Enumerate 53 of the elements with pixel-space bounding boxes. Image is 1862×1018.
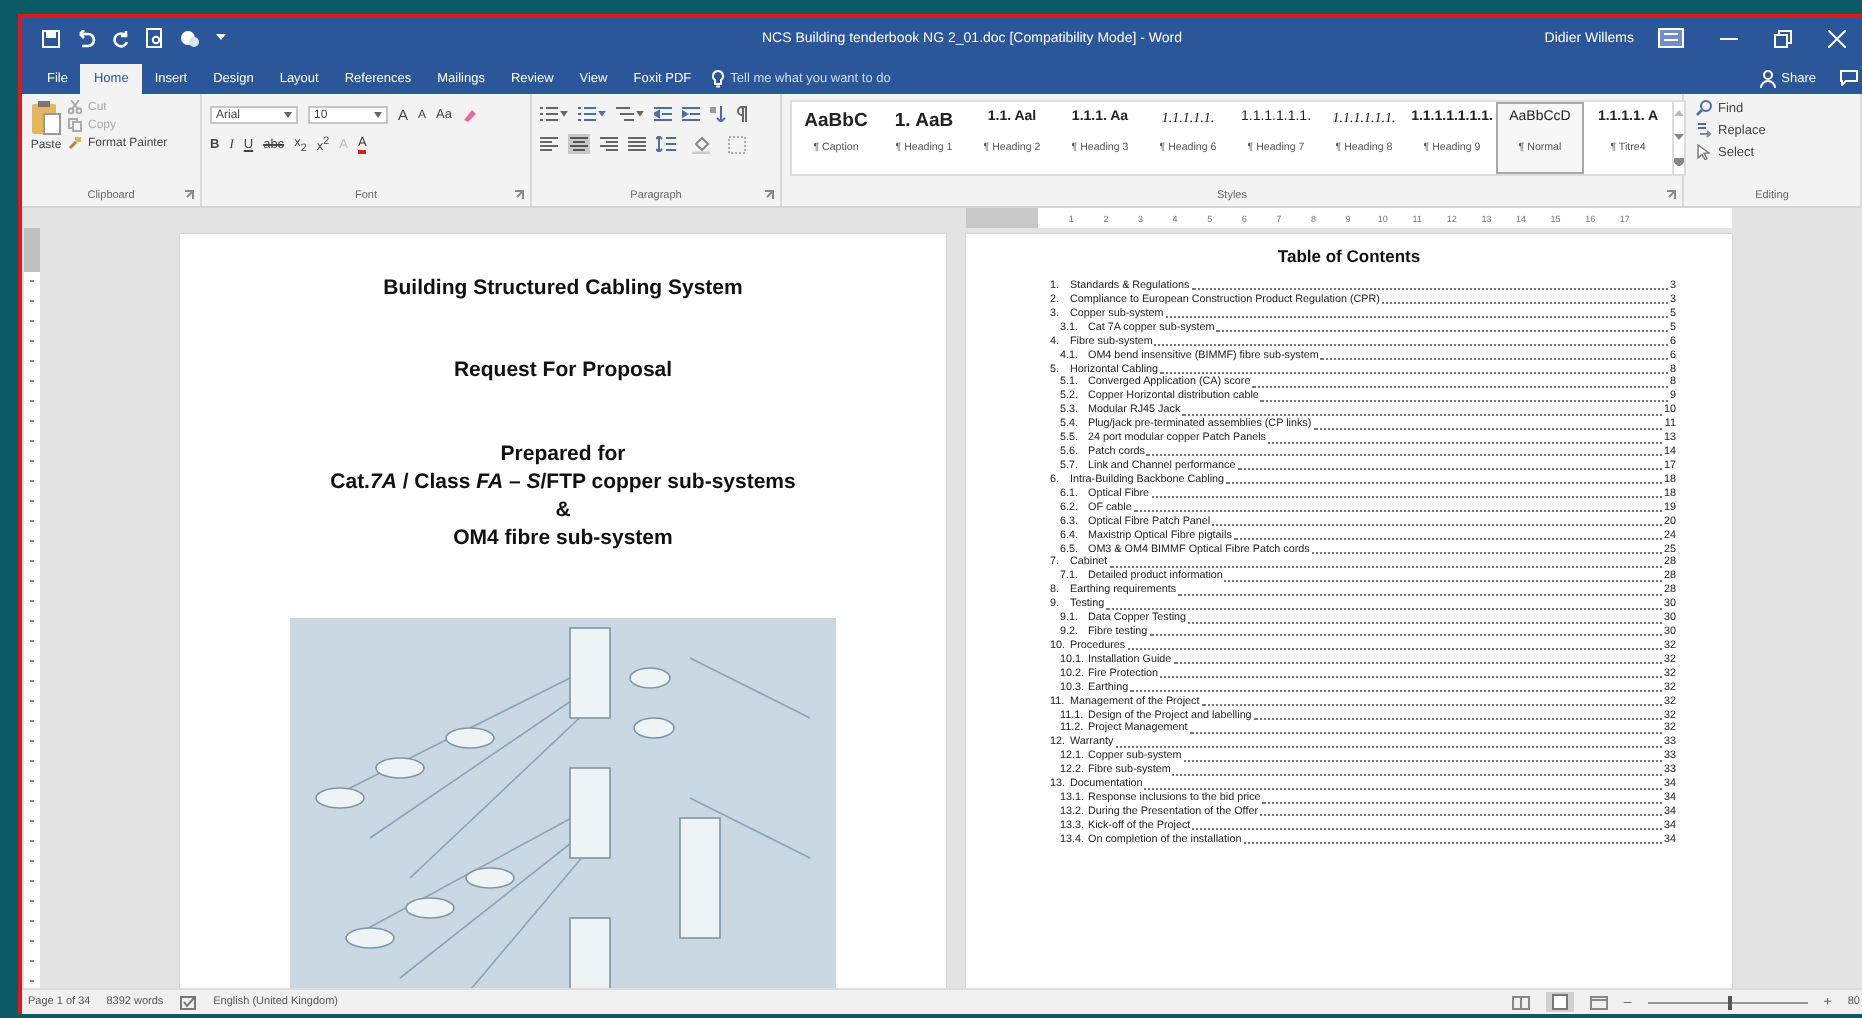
restore-icon[interactable] bbox=[1774, 29, 1792, 47]
more-styles-icon bbox=[1674, 157, 1684, 166]
numbering-icon[interactable] bbox=[578, 106, 606, 122]
dialog-launcher-icon[interactable] bbox=[514, 190, 524, 200]
search-icon bbox=[1696, 100, 1712, 116]
bullets-icon[interactable] bbox=[540, 106, 568, 122]
pilcrow-icon[interactable] bbox=[736, 106, 748, 122]
cover-heading: Building Structured Cabling System bbox=[383, 276, 743, 300]
line-spacing-icon[interactable] bbox=[656, 136, 682, 152]
align-left-icon[interactable] bbox=[540, 136, 558, 152]
clipboard-icon bbox=[30, 100, 62, 136]
caret-icon bbox=[284, 112, 292, 118]
cover-heading: Prepared for bbox=[500, 440, 626, 468]
save-icon[interactable] bbox=[42, 29, 60, 47]
gallery-scroll-arrows[interactable] bbox=[1674, 100, 1686, 176]
web-layout-icon[interactable] bbox=[1589, 995, 1608, 1009]
align-center-icon[interactable] bbox=[568, 134, 590, 154]
decrease-indent-icon[interactable] bbox=[654, 106, 672, 122]
print-preview-icon[interactable] bbox=[146, 28, 164, 48]
dialog-launcher-icon[interactable] bbox=[1666, 190, 1676, 200]
align-right-icon[interactable] bbox=[600, 136, 618, 152]
paintbrush-icon bbox=[68, 136, 82, 150]
comment-icon[interactable] bbox=[1840, 70, 1858, 86]
replace-icon bbox=[1696, 122, 1712, 138]
scroll-down-icon bbox=[1674, 133, 1684, 140]
cover-heading: Cat.7A / Class FA – S/FTP copper sub-systems bbox=[330, 468, 796, 496]
undo-icon[interactable] bbox=[76, 29, 96, 47]
close-icon[interactable] bbox=[1828, 29, 1846, 47]
lightbulb-icon bbox=[712, 70, 725, 88]
vertical-ruler[interactable] bbox=[24, 228, 40, 988]
caret-icon bbox=[374, 112, 382, 118]
dialog-launcher-icon[interactable] bbox=[764, 190, 774, 200]
person-icon bbox=[1759, 70, 1776, 88]
increase-indent-icon[interactable] bbox=[682, 106, 700, 122]
sort-icon[interactable] bbox=[710, 106, 726, 122]
multilevel-list-icon[interactable] bbox=[616, 106, 644, 122]
clear-formatting-icon[interactable] bbox=[461, 107, 478, 123]
scissors-icon bbox=[68, 100, 82, 114]
scroll-up-icon bbox=[1674, 110, 1684, 117]
print-layout-icon[interactable] bbox=[1545, 992, 1574, 1012]
toc-title: Table of Contents bbox=[1277, 244, 1421, 266]
read-mode-icon[interactable] bbox=[1511, 995, 1530, 1009]
redo-icon[interactable] bbox=[112, 29, 130, 47]
justify-icon[interactable] bbox=[628, 136, 646, 152]
ribbon-display-icon[interactable] bbox=[1658, 28, 1684, 48]
customize-caret-icon[interactable] bbox=[216, 34, 226, 42]
proofing-icon[interactable] bbox=[179, 995, 198, 1009]
cover-heading: & bbox=[555, 496, 571, 524]
cover-heading: Request For Proposal bbox=[453, 358, 673, 382]
dialog-launcher-icon[interactable] bbox=[184, 190, 194, 200]
copy-icon bbox=[68, 118, 82, 132]
cursor-icon bbox=[1696, 144, 1712, 160]
cover-heading: OM4 fibre sub-system bbox=[453, 524, 673, 552]
